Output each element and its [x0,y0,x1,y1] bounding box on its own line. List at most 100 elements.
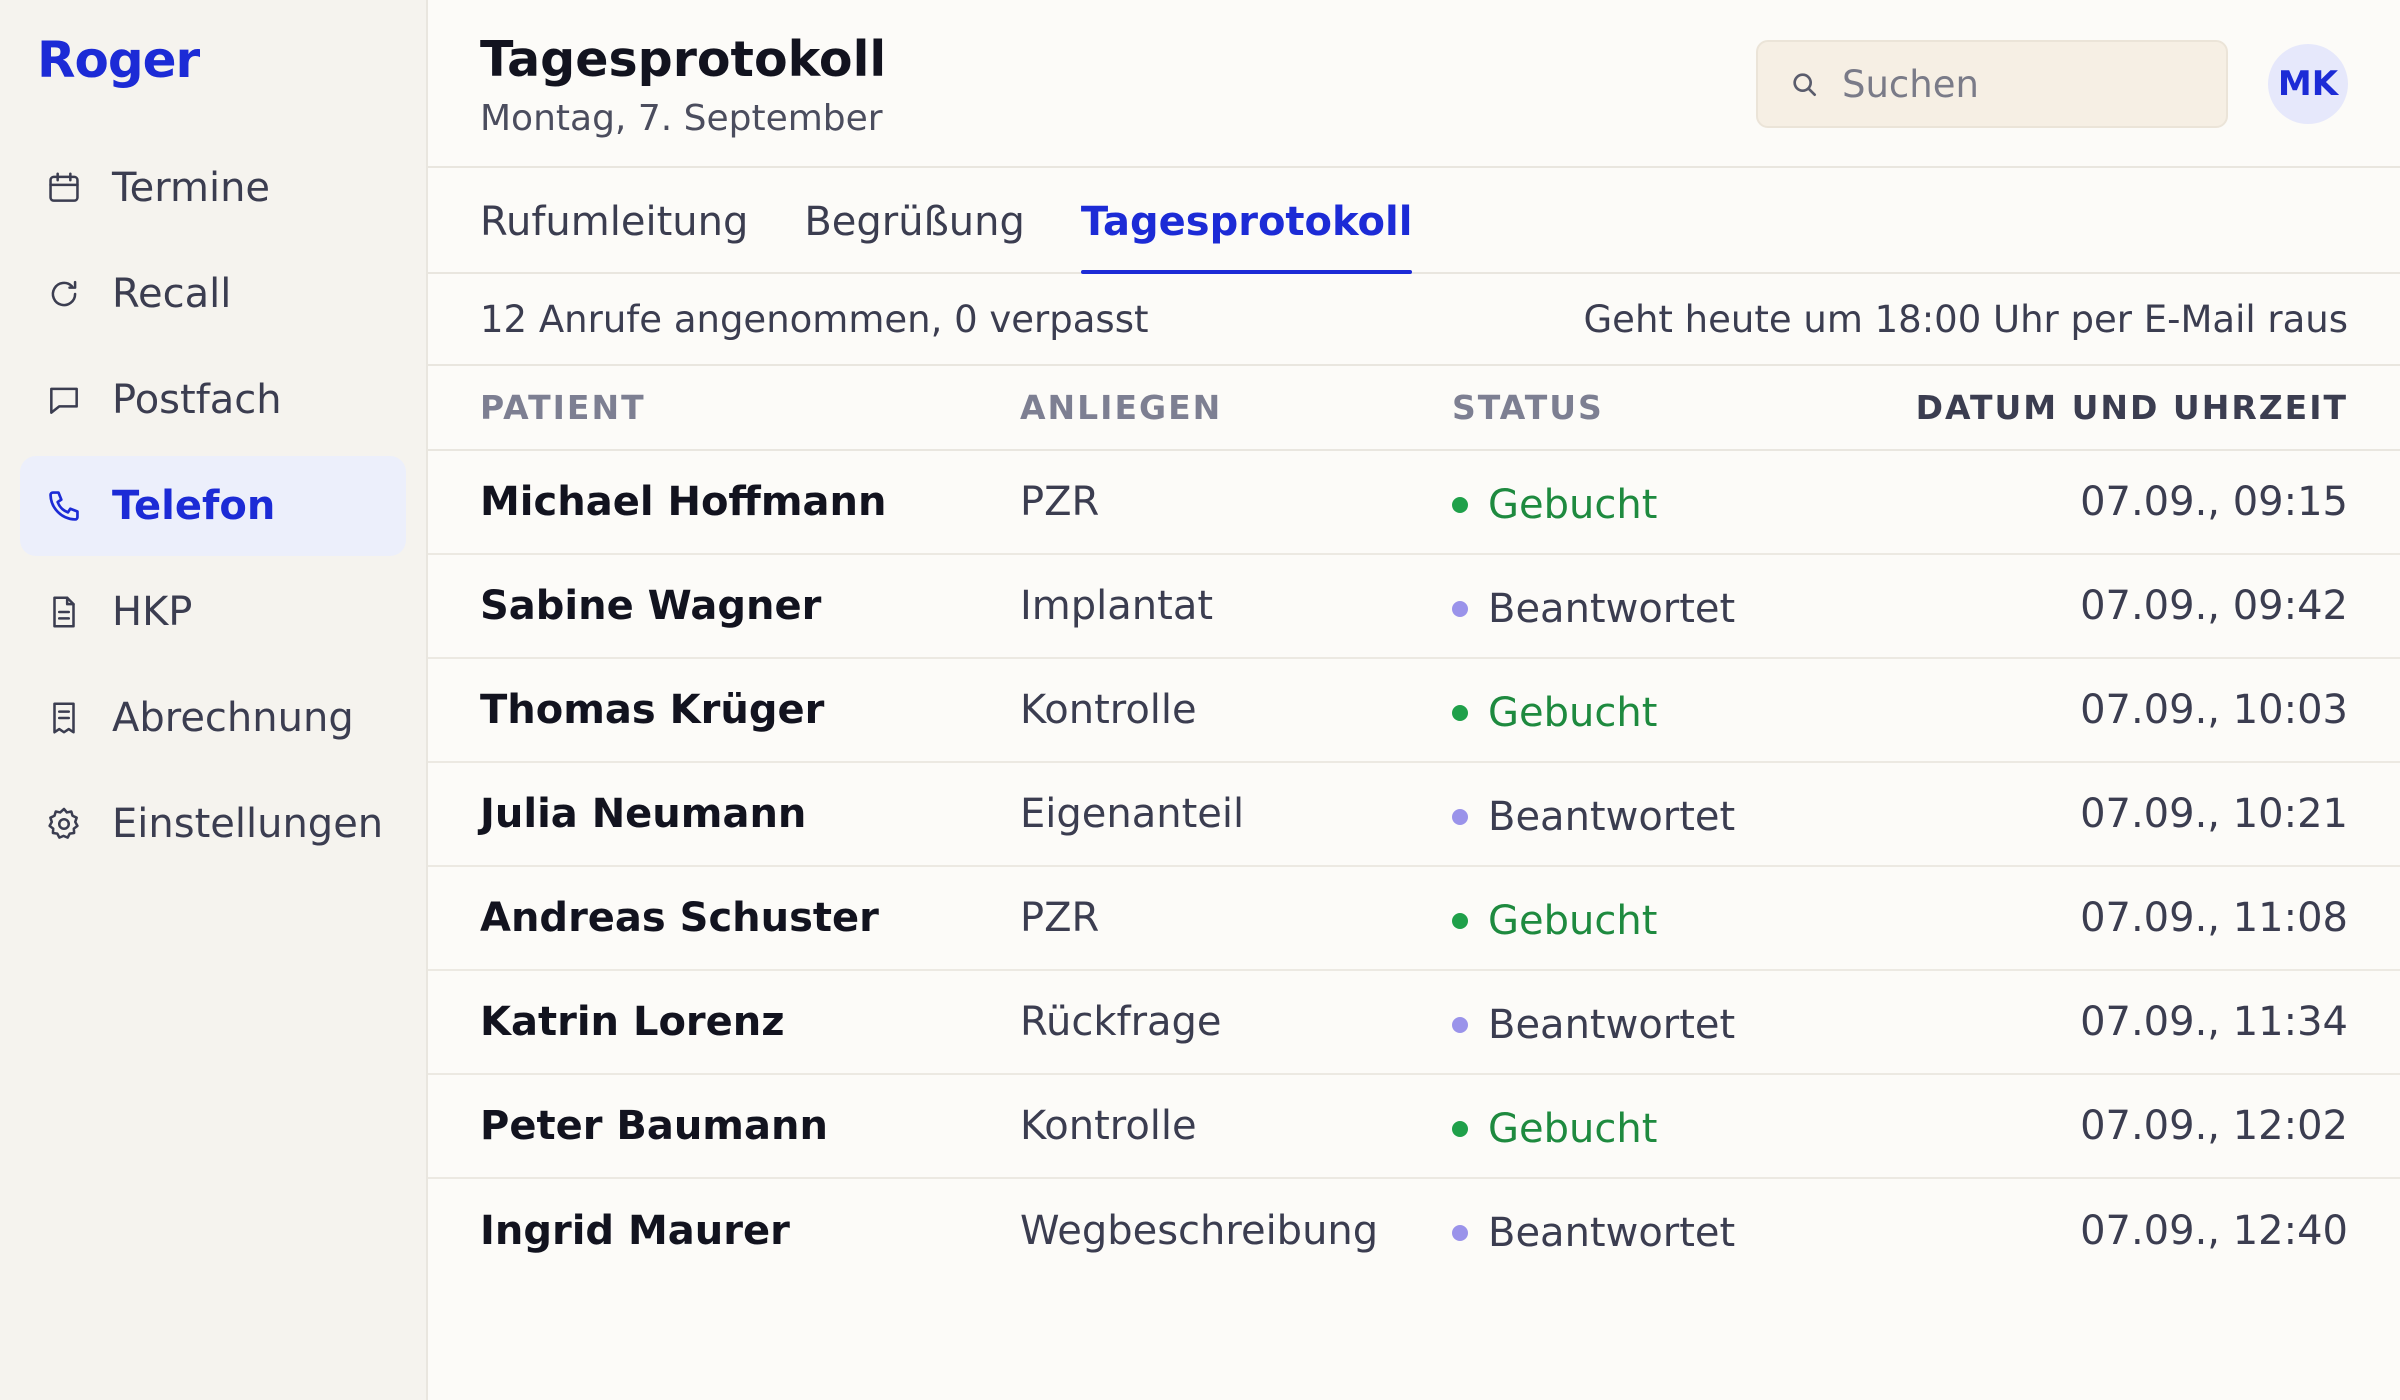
call-datetime: 07.09., 12:02 [2080,1103,2348,1149]
column-header-anliegen[interactable]: ANLIEGEN [1020,366,1452,450]
status-dot-icon [1452,1120,1468,1137]
call-datetime: 07.09., 11:34 [2080,999,2348,1045]
tab-tagesprotokoll[interactable]: Tagesprotokoll [1080,166,1412,274]
column-header-status[interactable]: STATUS [1452,366,1802,450]
page-subtitle: Montag, 7. September [480,98,883,139]
column-header-patient[interactable]: PATIENT [428,366,1020,450]
search-icon [1793,73,1816,96]
sidebar-item-hkp[interactable]: HKP [20,562,406,662]
table-row[interactable]: Andreas Schuster PZR Gebucht 07.09., 11:08 [428,866,2400,970]
page-header: Tagesprotokoll Montag, 7. September MK [428,0,2400,168]
status-dot-icon [1452,1225,1468,1241]
title-block: Tagesprotokoll Montag, 7. September [480,30,886,139]
status-cell: Beantwortet [1452,1178,1802,1282]
table-row[interactable]: Michael Hoffmann PZR Gebucht 07.09., 09:15 [428,450,2400,554]
search-box[interactable] [1756,40,2228,128]
status-badge: Gebucht [1452,690,1657,736]
call-datetime: 07.09., 11:08 [2080,895,2348,941]
patient-name: Thomas Krüger [480,687,825,733]
call-datetime: 07.09., 12:40 [2080,1207,2348,1254]
table-row[interactable]: Katrin Lorenz Rückfrage Beantwortet 07.09.,… [428,970,2400,1074]
sidebar-item-einstellungen[interactable]: Einstellungen [20,774,406,874]
avatar[interactable]: MK [2268,44,2348,124]
sidebar-item-postfach[interactable]: Postfach [20,350,406,450]
call-reason: Implantat [1020,583,1214,629]
page-title: Tagesprotokoll [480,31,887,88]
refresh-icon [42,272,86,316]
sidebar-item-termine[interactable]: Termine [20,138,406,238]
status-dot-icon [1452,496,1468,513]
call-datetime: 07.09., 10:21 [2080,791,2348,837]
call-summary: 12 Anrufe angenommen, 0 verpasst [480,297,1149,341]
gear-icon [42,802,86,846]
chat-bubble-icon [42,378,86,422]
table-row[interactable]: Julia Neumann Eigenanteil Beantwortet 07.09… [428,762,2400,866]
status-label: Beantwortet [1488,1001,1736,1048]
phone-icon [42,484,86,528]
sidebar-item-telefon[interactable]: Telefon [20,456,406,556]
calendar-icon [42,166,86,210]
status-cell: Gebucht [1452,450,1802,554]
call-datetime: 07.09., 09:42 [2080,583,2348,629]
call-reason: PZR [1020,479,1100,525]
sidebar-item-label: Termine [112,165,271,211]
table-body: Michael Hoffmann PZR Gebucht 07.09., 09:15 S… [428,450,2400,1282]
sidebar-item-label: Telefon [112,483,276,529]
sidebar-item-abrechnung[interactable]: Abrechnung [20,668,406,768]
status-badge: Beantwortet [1452,1002,1735,1048]
status-dot-icon [1452,912,1468,929]
header-actions: MK [1756,40,2348,128]
status-label: Beantwortet [1488,1210,1736,1256]
patient-name: Julia Neumann [480,791,807,837]
status-label: Gebucht [1488,689,1658,736]
call-reason: Wegbeschreibung [1020,1207,1379,1254]
patient-name: Katrin Lorenz [480,999,785,1045]
summary-bar: 12 Anrufe angenommen, 0 verpasst Geht he… [428,274,2400,366]
table-row[interactable]: Peter Baumann Kontrolle Gebucht 07.09., 12:… [428,1074,2400,1178]
document-icon [42,590,86,634]
sidebar-item-label: Postfach [112,377,282,423]
call-reason: PZR [1020,895,1100,941]
status-cell: Gebucht [1452,866,1802,970]
patient-name: Peter Baumann [480,1103,828,1149]
app-root: Roger Termine Recall Postfach Telefon HK… [0,0,2400,1400]
status-dot-icon [1452,600,1468,617]
status-badge: Gebucht [1452,898,1657,944]
sidebar-item-label: HKP [112,589,193,635]
status-badge: Gebucht [1452,482,1657,528]
column-header-date[interactable]: DATUM UND UHRZEIT [1802,366,2400,450]
patient-name: Michael Hoffmann [480,479,887,525]
status-label: Beantwortet [1488,793,1736,840]
table-row[interactable]: Thomas Krüger Kontrolle Gebucht 07.09., 10:… [428,658,2400,762]
call-reason: Rückfrage [1020,999,1222,1045]
patient-name: Ingrid Maurer [480,1207,790,1254]
logo[interactable]: Roger [37,30,406,90]
table-row[interactable]: Sabine Wagner Implantat Beantwortet 07.09.,… [428,554,2400,658]
table-row[interactable]: Ingrid Maurer Wegbeschreibung Beantwortet 0… [428,1178,2400,1282]
status-label: Beantwortet [1488,585,1736,632]
main-content: Tagesprotokoll Montag, 7. September MK R… [428,0,2400,1400]
status-dot-icon [1452,1016,1468,1033]
status-badge: Beantwortet [1452,794,1735,840]
status-badge: Gebucht [1452,1106,1657,1152]
receipt-icon [42,696,86,740]
status-badge: Beantwortet [1452,586,1735,632]
status-dot-icon [1452,704,1468,721]
status-label: Gebucht [1488,897,1658,944]
status-cell: Beantwortet [1452,762,1802,866]
status-cell: Beantwortet [1452,554,1802,658]
status-dot-icon [1452,808,1468,825]
tab-rufumleitung[interactable]: Rufumleitung [480,166,748,272]
sidebar-item-label: Recall [112,271,232,317]
status-cell: Beantwortet [1452,970,1802,1074]
call-datetime: 07.09., 09:15 [2080,479,2348,525]
call-reason: Kontrolle [1020,1103,1197,1149]
status-badge: Beantwortet [1452,1210,1735,1256]
call-log-table: PATIENT ANLIEGEN STATUS DATUM UND UHRZEI… [428,366,2400,1282]
status-cell: Gebucht [1452,1074,1802,1178]
tab-begruessung[interactable]: Begrüßung [804,166,1025,272]
search-input[interactable] [1842,62,2222,106]
call-reason: Kontrolle [1020,687,1197,733]
sidebar-item-label: Abrechnung [112,695,354,741]
sidebar-item-recall[interactable]: Recall [20,244,406,344]
